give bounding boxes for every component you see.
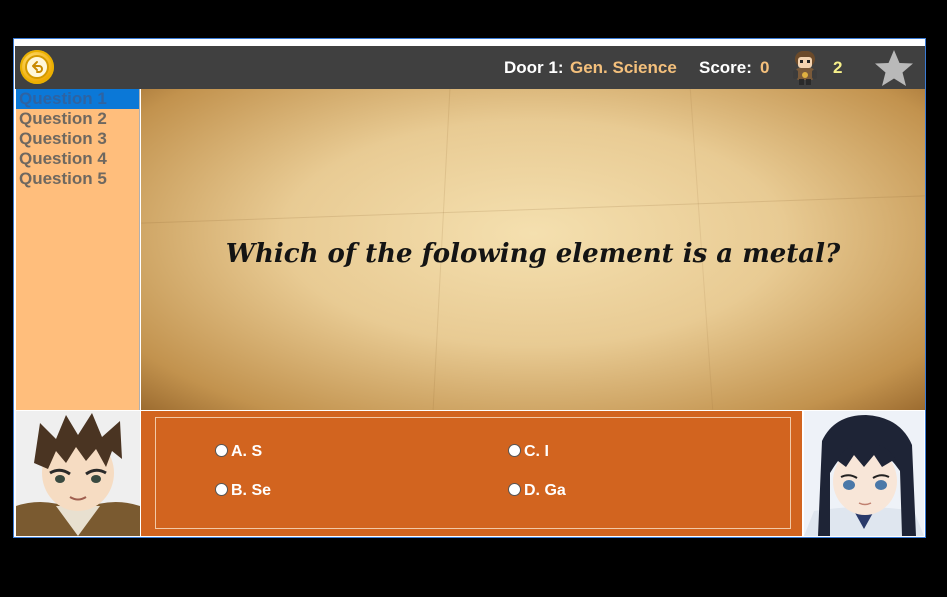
answer-option-a[interactable]: A. S (215, 443, 262, 461)
door-label: Door 1: (504, 58, 564, 77)
character-avatar-icon (793, 51, 817, 85)
answers-box: A. S B. Se C. I D. Ga (155, 417, 791, 529)
score-label: Score: (699, 58, 752, 77)
question-text: Which of the folowing element is a metal… (225, 239, 841, 269)
opponent-portrait (804, 411, 924, 536)
answer-label: B. Se (231, 482, 272, 499)
back-arrow-icon (25, 55, 49, 79)
player-portrait (16, 411, 140, 536)
answer-option-c[interactable]: C. I (508, 443, 549, 461)
lives-count: 2 (833, 58, 843, 77)
question-sidebar: Question 1 Question 2 Question 3 Questio… (16, 89, 140, 410)
door-category: Gen. Science (570, 58, 677, 77)
radio-button[interactable] (215, 483, 228, 496)
sidebar-item-question-3[interactable]: Question 3 (16, 129, 139, 149)
paper-crease (141, 195, 925, 224)
sidebar-item-question-1[interactable]: Question 1 (16, 89, 139, 109)
game-window: Door 1: Gen. Science Score: 0 2 Question… (13, 38, 926, 538)
sidebar-item-question-5[interactable]: Question 5 (16, 169, 139, 189)
star-icon[interactable] (873, 48, 915, 88)
answer-label: A. S (231, 443, 263, 460)
answers-panel: A. S B. Se C. I D. Ga (141, 411, 802, 536)
answer-option-b[interactable]: B. Se (215, 482, 271, 500)
answer-label: C. I (524, 443, 549, 460)
radio-button[interactable] (508, 444, 521, 457)
radio-button[interactable] (508, 483, 521, 496)
score-value: 0 (760, 58, 770, 77)
back-button[interactable] (20, 50, 54, 84)
answer-label: D. Ga (524, 482, 566, 499)
radio-button[interactable] (215, 444, 228, 457)
sidebar-item-question-2[interactable]: Question 2 (16, 109, 139, 129)
top-bar: Door 1: Gen. Science Score: 0 2 (15, 46, 925, 89)
answer-option-d[interactable]: D. Ga (508, 482, 566, 500)
question-parchment: Which of the folowing element is a metal… (141, 89, 925, 410)
sidebar-item-question-4[interactable]: Question 4 (16, 149, 139, 169)
